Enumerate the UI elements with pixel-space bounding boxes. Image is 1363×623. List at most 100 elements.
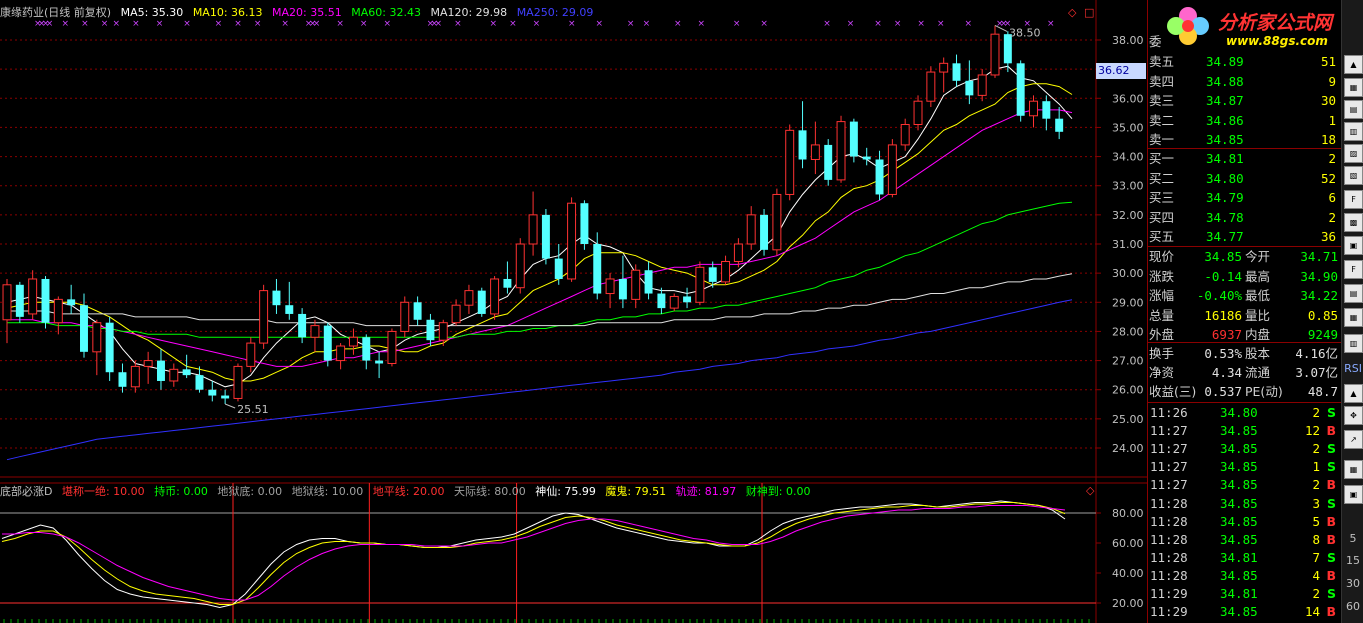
candle-body-down	[195, 375, 204, 390]
tick-volume: 1	[1312, 459, 1320, 475]
candle-body-up	[310, 325, 320, 338]
candle-body-up	[130, 365, 140, 388]
quote-value: 34.85	[1204, 249, 1242, 264]
toolbar-button[interactable]: ▦	[1344, 78, 1363, 97]
top-signal-marker: ×	[156, 19, 164, 29]
ask-row[interactable]: 卖五 34.89 51	[1148, 52, 1342, 71]
bid-label: 买一	[1149, 151, 1175, 166]
indicator-tick-label: 40.00	[1112, 567, 1144, 580]
toolbar-button[interactable]: ✥	[1344, 406, 1363, 425]
bid-row[interactable]: 买二 34.80 52	[1148, 169, 1342, 188]
fund-value: 4.34	[1211, 365, 1242, 380]
bid-label: 买三	[1149, 190, 1175, 205]
candle-body-up	[348, 336, 358, 347]
tick-time: 11:26	[1150, 405, 1188, 420]
period-30[interactable]: 30	[1342, 577, 1363, 590]
quote-value: 34.71	[1300, 249, 1338, 264]
ma-line-ma5	[6, 65, 1073, 388]
candle-body-down	[208, 389, 217, 396]
bid-volume: 36	[1320, 229, 1336, 244]
fundamental-row: 收益(三) 0.537 PE(动) 48.7	[1148, 382, 1342, 401]
tick-time: 11:28	[1150, 495, 1188, 511]
top-signal-marker: ×	[643, 19, 651, 29]
candle-body-up	[605, 278, 615, 295]
toolbar-button[interactable]: ▣	[1344, 485, 1363, 504]
toolbar-rsi[interactable]: RSI	[1342, 362, 1363, 375]
candle-body-down	[862, 156, 871, 160]
toolbar-button[interactable]: ▨	[1344, 144, 1363, 163]
tick-time: 11:27	[1150, 477, 1188, 493]
candle-body-up	[785, 129, 795, 195]
ask-row[interactable]: 卖一 34.85 18	[1148, 130, 1342, 149]
toolbar-button[interactable]: ▣	[1344, 236, 1363, 255]
tick-row: 11:27 34.85 2 B	[1148, 475, 1342, 494]
tick-volume: 3	[1312, 495, 1320, 511]
bid-row[interactable]: 买四 34.78 2	[1148, 208, 1342, 227]
fundamental-row: 换手 0.53% 股本 4.16亿	[1148, 344, 1342, 363]
price-tick-label: 29.00	[1112, 296, 1144, 309]
indicator-line	[1, 500, 1066, 609]
site-logo: 分析家公式网 www.88gs.com	[1160, 4, 1356, 48]
bid-row[interactable]: 买一 34.81 2	[1148, 149, 1342, 168]
candle-body-down	[952, 63, 961, 81]
toolbar-button[interactable]: ▲	[1344, 384, 1363, 403]
ask-label: 卖四	[1149, 73, 1175, 89]
ask-row[interactable]: 卖三 34.87 30	[1148, 91, 1342, 110]
candle-body-up	[746, 214, 756, 245]
top-signal-marker: ×	[937, 19, 945, 29]
toolbar-button[interactable]: ↗	[1344, 430, 1363, 449]
period-5[interactable]: 5	[1342, 532, 1363, 545]
ask-row[interactable]: 卖二 34.86 1	[1148, 111, 1342, 130]
ask-row[interactable]: 卖四 34.88 9	[1148, 72, 1342, 91]
toolbar-button[interactable]: ▥	[1344, 122, 1363, 141]
candle-body-down	[272, 290, 281, 306]
tick-side: B	[1326, 604, 1336, 620]
bid-price: 34.78	[1206, 209, 1244, 225]
period-15[interactable]: 15	[1342, 554, 1363, 567]
candle-body-down	[657, 293, 666, 309]
tick-price: 34.85	[1220, 441, 1258, 457]
ask-label: 卖三	[1149, 93, 1175, 108]
fund-label: PE(动)	[1245, 384, 1283, 399]
fund-label: 股本	[1245, 346, 1271, 361]
ma5-label: MA5: 35.30	[120, 6, 184, 19]
toolbar-button[interactable]: ▤	[1344, 100, 1363, 119]
ask-price: 34.89	[1206, 54, 1244, 69]
toolbar-button[interactable]: ▦	[1344, 460, 1363, 479]
bid-row[interactable]: 买五 34.77 36	[1148, 227, 1342, 246]
toolbar-button[interactable]: F	[1344, 260, 1363, 279]
candle-body-down	[503, 278, 512, 288]
right-toolbar: ▲ ▦ ▤ ▥ ▨ ▧ F ▩ ▣ F ▤ ▦ ▥ RSI ▲ ✥ ↗ ▦ ▣ …	[1341, 0, 1363, 623]
ma60-label: MA60: 32.43	[351, 6, 421, 19]
candle-body-down	[67, 299, 76, 306]
top-signal-marker: ×	[733, 19, 741, 29]
ask-price: 34.85	[1206, 132, 1244, 147]
ind-item: 地狱底: 0.00	[217, 485, 283, 498]
top-signal-marker: ×	[509, 19, 517, 29]
candle-body-up	[913, 100, 923, 126]
tick-side: B	[1326, 567, 1336, 583]
toolbar-button[interactable]: ▩	[1344, 213, 1363, 232]
toolbar-button[interactable]: ▥	[1344, 334, 1363, 353]
tick-volume: 2	[1312, 477, 1320, 493]
candle-body-down	[554, 258, 563, 279]
price-tick-label: 33.00	[1112, 180, 1144, 193]
bid-volume: 2	[1328, 151, 1336, 166]
period-60[interactable]: 60	[1342, 600, 1363, 613]
candle-body-up	[438, 322, 448, 341]
quote-value: -0.40%	[1196, 288, 1242, 303]
corner-diamond-icon: ◇	[1086, 484, 1095, 497]
top-signal-marker: ×	[234, 19, 242, 29]
candle-body-up	[490, 278, 500, 315]
fund-value: 0.537	[1204, 384, 1242, 399]
chart-area[interactable]: 38.0037.0036.0035.0034.0033.0032.0031.00…	[0, 0, 1147, 623]
bid-row[interactable]: 买三 34.79 6	[1148, 188, 1342, 207]
bid-label: 买二	[1149, 170, 1175, 186]
toolbar-button[interactable]: ▲	[1344, 55, 1363, 74]
toolbar-button[interactable]: ▤	[1344, 284, 1363, 303]
toolbar-button[interactable]: ▧	[1344, 166, 1363, 185]
toolbar-button[interactable]: ▦	[1344, 308, 1363, 327]
top-signal-marker: ×	[965, 19, 973, 29]
top-signal-marker: ×	[215, 19, 223, 29]
toolbar-button[interactable]: F	[1344, 190, 1363, 209]
